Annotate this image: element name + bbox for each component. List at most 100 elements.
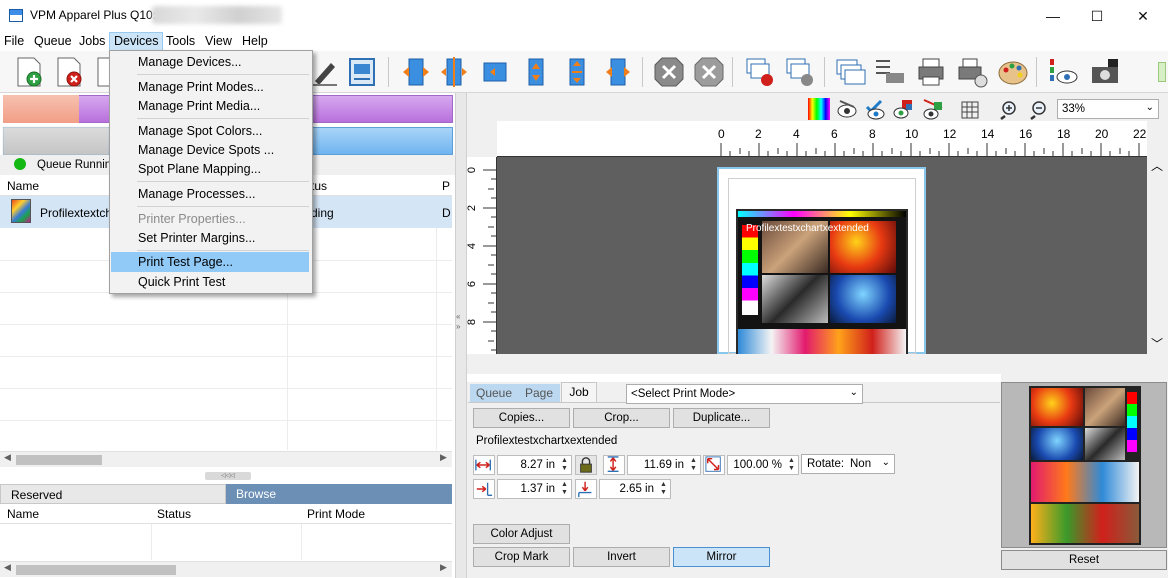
printer-settings-icon[interactable] [955,55,989,89]
print-image[interactable]: Profilextestxchartxextended [736,209,908,354]
menu-devices[interactable]: Devices [109,32,164,51]
spinner-icon[interactable]: ▲ ▼ [559,481,570,497]
collapse-arrows-icon[interactable]: «» [456,312,460,332]
duplicate-button[interactable]: Duplicate... [673,408,770,428]
tab-browse[interactable]: Browse [226,484,452,504]
grid-toggle-icon[interactable] [960,100,980,120]
align-middle-icon[interactable] [560,55,594,89]
stop-icon[interactable] [692,55,726,89]
splitter-grip[interactable]: ◁◁◁ [205,472,251,480]
device-tab-redacted[interactable] [3,95,79,123]
menu-view[interactable]: View [201,32,236,51]
menu-item-spot-plane-mapping[interactable]: Spot Plane Mapping... [111,158,309,180]
column-name[interactable]: Name [7,507,39,521]
grid-vline [151,524,152,560]
print-mode-select[interactable]: <Select Print Mode> ⌄ [626,384,863,404]
view-check-eye-icon[interactable] [864,98,886,120]
view-eye-icon[interactable] [836,98,858,120]
menu-help[interactable]: Help [238,32,272,51]
menu-item-manage-processes[interactable]: Manage Processes... [111,183,309,205]
checklist-printer-icon[interactable] [872,55,906,89]
crop-mark-button[interactable]: Crop Mark [473,547,570,567]
color-spectrum-icon[interactable] [808,98,830,120]
camera-icon[interactable] [1088,55,1122,89]
remove-job-icon[interactable] [52,55,86,89]
align-right-icon[interactable] [478,55,512,89]
invert-button[interactable]: Invert [573,547,670,567]
menu-file[interactable]: File [0,32,28,51]
menu-item-manage-print-media[interactable]: Manage Print Media... [111,95,309,117]
scale-field[interactable]: 100.00 % ▲ ▼ [727,455,799,475]
spinner-icon[interactable]: ▲ ▼ [786,457,797,473]
menu-item-quick-print-test[interactable]: Quick Print Test [111,271,309,293]
column-p[interactable]: P [442,179,450,193]
ruler-label: 8 [466,318,479,326]
add-job-icon[interactable] [12,55,46,89]
column-name[interactable]: Name [7,179,39,193]
rotate-select[interactable]: Rotate: Non ⌄ [801,454,895,474]
zoom-out-icon[interactable] [1028,100,1048,120]
ruler-label: 18 [1057,127,1071,141]
queue-hscroll[interactable]: ◀ ▶ [0,451,452,467]
mirror-button[interactable]: Mirror [673,547,770,567]
align-center-icon[interactable] [437,55,471,89]
printer-icon[interactable] [914,55,948,89]
menu-tools[interactable]: Tools [162,32,199,51]
chevron-up-icon[interactable]: ︿ [1151,157,1163,174]
zoom-in-icon[interactable] [998,100,1018,120]
title-redacted [152,6,282,24]
offset-y-field[interactable]: 2.65 in ▲ ▼ [599,479,671,499]
menu-jobs[interactable]: Jobs [75,32,109,51]
tab-reserved[interactable]: Reserved [0,484,226,504]
column-print-mode[interactable]: Print Mode [307,507,365,521]
tab-queue[interactable]: Queue [470,384,518,402]
minimize-button[interactable]: — [1030,0,1076,32]
preview-vscroll[interactable]: ︿ ﹀ [1147,157,1168,354]
spinner-icon[interactable]: ▲ ▼ [688,457,699,473]
align-left-icon[interactable] [399,55,433,89]
tab-job[interactable]: Job [561,382,597,402]
thumbnail-image[interactable] [1029,386,1141,545]
view-layers-eye-icon[interactable] [922,98,944,120]
spinner-icon[interactable]: ▲ ▼ [658,481,669,497]
color-view-icon[interactable] [1046,55,1080,89]
edit-pen-icon[interactable] [309,55,343,89]
crop-button[interactable]: Crop... [573,408,670,428]
menu-separator [137,74,309,75]
height-field[interactable]: 11.69 in ▲ ▼ [627,455,701,475]
column-status[interactable]: tus [311,179,327,193]
menu-item-set-printer-margins[interactable]: Set Printer Margins... [111,227,309,249]
delete-stack-icon[interactable] [743,55,777,89]
width-field[interactable]: 8.27 in ▲ ▼ [497,455,572,475]
maximize-button[interactable]: ☐ [1074,0,1120,32]
color-adjust-button[interactable]: Color Adjust [473,524,570,544]
ruler-label: 12 [943,127,957,141]
lock-icon[interactable] [575,455,597,475]
device-tab-redacted-2[interactable] [3,127,109,155]
view-color-eye-icon[interactable] [892,98,914,120]
color-palette-icon[interactable] [996,55,1030,89]
menu-item-manage-devices[interactable]: Manage Devices... [111,51,309,73]
spinner-icon[interactable]: ▲ ▼ [559,457,570,473]
vertical-splitter[interactable] [455,93,467,578]
close-button[interactable]: ✕ [1120,0,1166,32]
offset-x-field[interactable]: 1.37 in ▲ ▼ [497,479,572,499]
chevron-down-icon[interactable]: ﹀ [1151,335,1163,352]
align-top-icon[interactable] [519,55,553,89]
reset-button[interactable]: Reset [1001,550,1167,570]
toolbar-separator [642,57,643,87]
tab-page[interactable]: Page [518,384,560,402]
reserved-hscroll[interactable]: ◀ ▶ [0,561,452,577]
queue-list-icon[interactable] [834,55,868,89]
align-bottom-icon[interactable] [601,55,635,89]
column-status[interactable]: Status [157,507,191,521]
toolbar-separator [388,57,389,87]
job-thumbnail [11,199,31,223]
copies-button[interactable]: Copies... [473,408,570,428]
pause-icon[interactable] [652,55,686,89]
menu-item-print-test-page[interactable]: Print Test Page... [111,252,309,272]
refresh-stack-icon[interactable] [783,55,817,89]
menu-queue[interactable]: Queue [30,32,76,51]
preview-window-icon[interactable] [345,55,379,89]
zoom-select[interactable]: 33% ⌄ [1057,99,1159,119]
